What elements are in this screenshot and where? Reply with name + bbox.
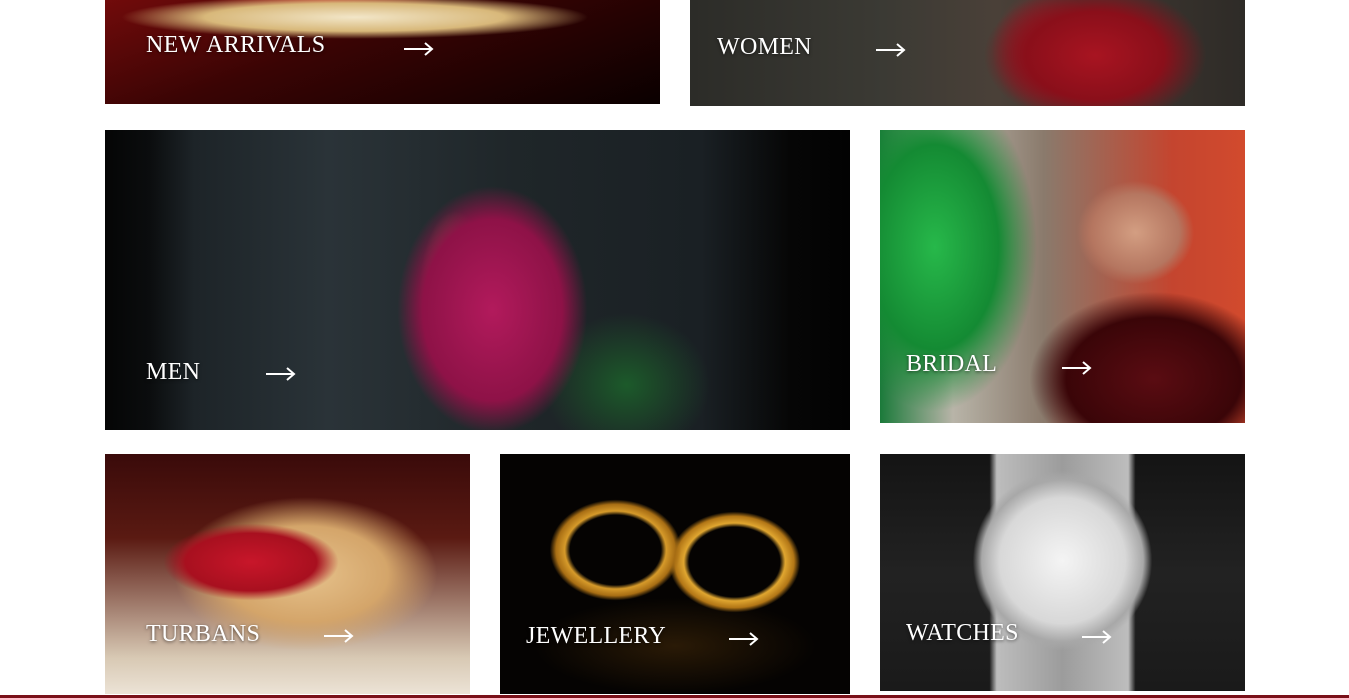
category-label-new-arrivals: NEW ARRIVALS [146,32,326,58]
category-tile-women[interactable]: WOMEN [690,0,1245,106]
arrow-right-icon [403,41,435,57]
arrow-right-icon [265,366,297,382]
turbans-image [105,454,470,694]
category-label-men: MEN [146,359,201,385]
arrow-right-icon [1061,360,1093,376]
category-tile-watches[interactable]: WATCHES [880,454,1245,691]
bridal-image [880,130,1245,423]
category-label-jewellery: JEWELLERY [526,623,667,649]
category-label-bridal: BRIDAL [906,351,998,377]
category-label-watches: WATCHES [906,620,1019,646]
category-label-women: WOMEN [717,34,812,60]
category-tile-jewellery[interactable]: JEWELLERY [500,454,850,694]
category-tile-men[interactable]: MEN [105,130,850,430]
arrow-right-icon [323,628,355,644]
category-label-turbans: TURBANS [146,621,261,647]
watches-image [880,454,1245,691]
men-image [105,130,850,430]
arrow-right-icon [728,631,760,647]
jewellery-image [500,454,850,694]
arrow-right-icon [1081,629,1113,645]
category-tile-new-arrivals[interactable]: NEW ARRIVALS [105,0,660,104]
category-tile-bridal[interactable]: BRIDAL [880,130,1245,423]
category-tile-turbans[interactable]: TURBANS [105,454,470,694]
arrow-right-icon [875,42,907,58]
